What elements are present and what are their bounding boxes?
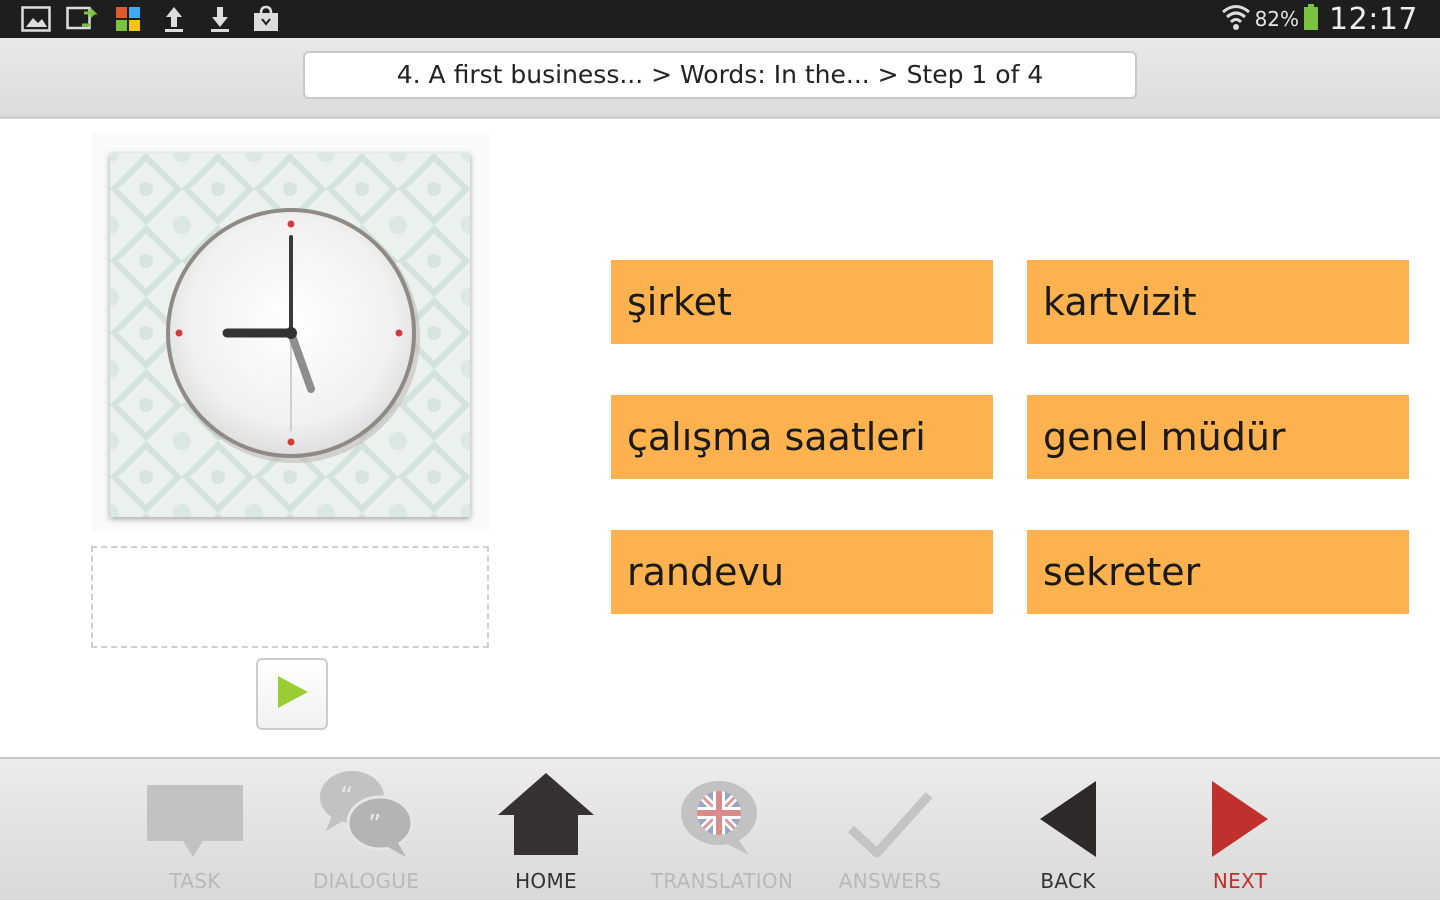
word-tile-3[interactable]: çalışma saatleri [611,395,993,479]
home-label: HOME [515,869,577,893]
checkmark-icon [825,759,955,859]
translation-button[interactable]: TRANSLATION [642,759,802,900]
speech-bubble-icon [130,759,260,859]
word-tile-6[interactable]: sekreter [1027,530,1409,614]
word-tile-5[interactable]: randevu [611,530,993,614]
next-label: NEXT [1212,869,1268,893]
svg-text:“: “ [340,782,353,812]
battery-icon [1303,3,1319,35]
home-icon [481,759,611,859]
download-icon [204,4,236,34]
next-arrow-icon [1175,759,1305,859]
word-tile-4[interactable]: genel müdür [1027,395,1409,479]
translation-label: TRANSLATION [650,869,794,893]
back-label: BACK [1040,869,1096,893]
notification-icons [20,4,282,34]
back-arrow-icon [1003,759,1133,859]
wifi-icon [1221,3,1251,35]
picture-card [92,133,490,531]
answers-label: ANSWERS [838,869,942,893]
play-audio-button[interactable] [256,658,328,730]
breadcrumb[interactable]: 4. A first business... > Words: In the..… [303,51,1137,99]
upload-icon [158,4,190,34]
next-button[interactable]: NEXT [1160,759,1320,900]
word-tile-1[interactable]: şirket [611,260,993,344]
translation-flag-icon [657,759,787,859]
dialogue-label: DIALOGUE [312,869,420,893]
dialogue-button[interactable]: “ ” DIALOGUE [286,759,446,900]
answer-drop-zone[interactable] [91,546,489,648]
bottom-toolbar: TASK “ ” DIALOGUE HOME TRANSLATION ANSWE… [0,757,1440,900]
home-button[interactable]: HOME [466,759,626,900]
status-bar: 82% 12:17 [0,0,1440,38]
shopping-bag-icon [250,4,282,34]
status-clock: 12:17 [1329,1,1418,37]
sync-icon [66,4,98,34]
header-bar: 4. A first business... > Words: In the..… [0,38,1440,119]
back-button[interactable]: BACK [988,759,1148,900]
gallery-icon [20,4,52,34]
play-icon [274,674,310,714]
svg-text:”: ” [368,810,381,840]
task-label: TASK [169,869,221,893]
task-button[interactable]: TASK [115,759,275,900]
app-icon [112,4,144,34]
battery-percentage: 82% [1254,7,1300,31]
dialogue-bubbles-icon: “ ” [301,759,431,859]
system-status: 82% 12:17 [1221,0,1418,38]
word-tile-2[interactable]: kartvizit [1027,260,1409,344]
answers-button[interactable]: ANSWERS [810,759,970,900]
clock-image [110,153,470,517]
